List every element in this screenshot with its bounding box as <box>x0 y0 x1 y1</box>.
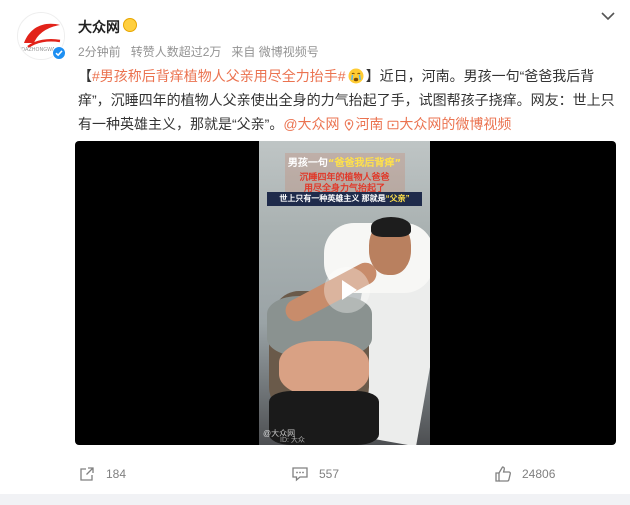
member-badge-icon <box>123 18 137 32</box>
location-link[interactable]: 河南 <box>343 116 383 132</box>
chevron-down-icon[interactable] <box>600 10 616 22</box>
caption4-quote: “父亲” <box>385 194 410 203</box>
like-count: 24806 <box>522 467 556 481</box>
mention-link[interactable]: @大众网 <box>283 116 339 132</box>
crying-emoji-icon <box>348 68 364 84</box>
feed-divider <box>0 494 630 505</box>
thumbs-up-icon <box>495 466 511 482</box>
video-watermark-id: ID: 大众 <box>280 437 305 444</box>
bracket-open: 【 <box>78 68 92 84</box>
video-caption-line4: 世上只有一种英雄主义 那就是“父亲” <box>267 192 422 206</box>
post-body: 【#男孩称后背痒植物人父亲用尽全力抬手# 】近日，河南。男孩一句“爸爸我后背痒”，… <box>78 64 618 136</box>
author-name[interactable]: 大众网 <box>78 17 120 37</box>
video-icon <box>387 120 399 130</box>
caption1-quote: “爸爸我后背痒” <box>327 158 402 169</box>
comment-icon <box>292 467 308 482</box>
like-button[interactable]: 24806 <box>494 464 555 484</box>
verified-badge-icon <box>52 46 66 60</box>
caption1-prefix: 男孩一句 <box>287 158 328 169</box>
video-caption-line1: 男孩一句“爸爸我后背痒” <box>259 154 430 169</box>
share-icon <box>80 467 94 481</box>
father-hair-shape <box>371 217 411 237</box>
location-label: 河南 <box>355 116 384 132</box>
caption4-text: 世上只有一种英雄主义 那就是 <box>279 194 386 203</box>
child-back-shape <box>279 341 369 396</box>
post-source[interactable]: 来自 微博视频号 <box>231 45 318 59</box>
video-link-label: 大众网的微博视频 <box>399 116 512 132</box>
bracket-close: 】 <box>365 68 380 84</box>
comment-count: 557 <box>319 467 340 481</box>
repost-note: 转赞人数超过2万 <box>130 45 222 59</box>
weibo-post-card: DAZHONGWANG 大众网 2分钟前 转赞人数超过2万 来自 微博视频号 【#男… <box>0 0 630 494</box>
video-player[interactable]: 男孩一句“爸爸我后背痒” 沉睡四年的植物人爸爸 用尽全身力气抬起了 世上只有一种… <box>75 141 616 445</box>
topic-link[interactable]: #男孩称后背痒植物人父亲用尽全力抬手# <box>92 68 346 84</box>
video-source-link[interactable]: 大众网的微博视频 <box>387 116 511 132</box>
play-button-icon[interactable] <box>324 267 370 313</box>
post-meta: 2分钟前 转赞人数超过2万 来自 微博视频号 <box>78 43 329 60</box>
comment-button[interactable]: 557 <box>291 464 339 484</box>
repost-button[interactable]: 184 <box>78 464 126 484</box>
repost-count: 184 <box>106 467 127 481</box>
location-pin-icon <box>345 119 354 132</box>
post-time[interactable]: 2分钟前 <box>78 45 121 59</box>
